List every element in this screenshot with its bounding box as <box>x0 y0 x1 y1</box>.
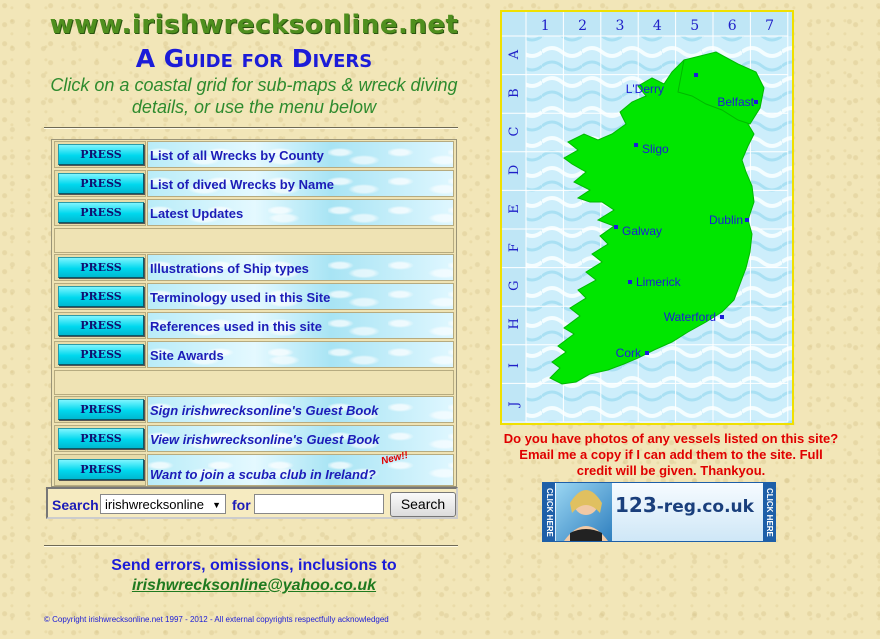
site-title: www.irishwrecksonline.net <box>49 10 459 40</box>
menu-link-view-guestbook[interactable]: View irishwrecksonline's Guest Book <box>150 432 379 447</box>
photos-notice: Do you have photos of any vessels listed… <box>503 431 839 478</box>
grid-column-label[interactable]: 1 <box>541 18 550 34</box>
press-button[interactable]: PRESS <box>58 144 144 165</box>
menu-row-dived-wrecks: PRESS List of dived Wrecks by Name <box>52 169 456 197</box>
press-button[interactable]: PRESS <box>58 257 144 278</box>
city-label: Sligo <box>642 142 669 156</box>
grid-row-label[interactable]: F <box>507 243 522 252</box>
site-select[interactable]: irishwrecksonline ▼ <box>100 494 226 514</box>
search-button[interactable]: Search <box>390 492 456 517</box>
grid-row-label[interactable]: G <box>507 281 522 291</box>
for-label: for <box>232 497 251 513</box>
city-marker <box>645 351 649 355</box>
map-canvas: 1 2 3 4 5 6 7 A B C D E F G H I J L'Derry Belfast Sligo Du… <box>502 12 792 423</box>
menu-row-sign-guestbook: PRESS Sign irishwrecksonline's Guest Boo… <box>52 395 456 423</box>
city-label: Dublin <box>709 213 743 227</box>
reg-banner-ad[interactable]: CLICK HERE 123-reg.co.uk CLICK HERE <box>542 482 776 542</box>
grid-row-label[interactable]: I <box>507 363 522 368</box>
grid-column-label[interactable]: 4 <box>653 18 662 34</box>
grid-column-label[interactable]: 3 <box>616 18 625 34</box>
main-menu: PRESS List of all Wrecks by County PRESS… <box>51 139 457 487</box>
menu-row-terminology: PRESS Terminology used in this Site <box>52 282 456 310</box>
divider-bottom <box>44 545 458 547</box>
grid-column-label[interactable]: 2 <box>578 18 587 34</box>
grid-row-label[interactable]: H <box>507 318 522 329</box>
banner-click-here-right: CLICK HERE <box>763 483 775 541</box>
menu-link-dived-wrecks[interactable]: List of dived Wrecks by Name <box>150 177 334 192</box>
grid-row-label[interactable]: B <box>507 88 522 98</box>
menu-row-references: PRESS References used in this site <box>52 311 456 339</box>
new-badge: New!! <box>380 449 410 468</box>
grid-row-label[interactable]: E <box>507 204 522 214</box>
menu-row-wrecks-by-county: PRESS List of all Wrecks by County <box>52 140 456 168</box>
city-marker <box>614 225 618 229</box>
banner-logo-text: -reg.co.uk <box>656 497 754 517</box>
city-label: Limerick <box>636 275 682 289</box>
press-button[interactable]: PRESS <box>58 399 144 420</box>
search-bar: Search irishwrecksonline ▼ for Search <box>46 487 458 519</box>
banner-logo: 123-reg.co.uk <box>615 493 754 517</box>
city-marker <box>634 143 638 147</box>
copyright-text: © Copyright irishwrecksonline.net 1997 -… <box>44 615 389 624</box>
menu-link-latest-updates[interactable]: Latest Updates <box>150 206 243 221</box>
menu-row-site-awards: PRESS Site Awards <box>52 340 456 368</box>
press-button[interactable]: PRESS <box>58 459 144 480</box>
press-button[interactable]: PRESS <box>58 315 144 336</box>
city-marker <box>745 218 749 222</box>
press-button[interactable]: PRESS <box>58 286 144 307</box>
grid-row-label[interactable]: A <box>507 49 522 60</box>
city-label: Cork <box>616 346 642 360</box>
grid-row-label[interactable]: D <box>507 165 522 175</box>
menu-link-scuba-club[interactable]: Want to join a scuba club in Ireland? <box>150 467 376 482</box>
grid-row-label[interactable]: J <box>507 401 522 408</box>
divider-top <box>44 127 458 129</box>
chevron-down-icon: ▼ <box>212 500 221 510</box>
search-input[interactable] <box>254 494 384 514</box>
menu-link-terminology[interactable]: Terminology used in this Site <box>150 290 330 305</box>
city-label: Galway <box>622 224 662 238</box>
grid-column-label[interactable]: 7 <box>765 18 774 34</box>
search-label: Search <box>52 497 99 513</box>
menu-link-references[interactable]: References used in this site <box>150 319 322 334</box>
city-label: Waterford <box>664 310 716 324</box>
menu-spacer <box>54 370 454 395</box>
menu-row-view-guestbook: PRESS View irishwrecksonline's Guest Boo… <box>52 424 456 452</box>
grid-column-label[interactable]: 5 <box>690 18 699 34</box>
menu-row-scuba-club: PRESS Want to join a scuba club in Irela… <box>52 449 456 486</box>
menu-link-ship-types[interactable]: Illustrations of Ship types <box>150 261 309 276</box>
menu-spacer <box>54 228 454 253</box>
email-link[interactable]: irishwrecksonline@yahoo.co.uk <box>44 577 464 595</box>
city-marker <box>628 280 632 284</box>
feedback-text: Send errors, omissions, inclusions to <box>111 557 397 574</box>
person-icon <box>564 490 608 541</box>
instructions-text: Click on a coastal grid for sub-maps & w… <box>50 75 458 117</box>
menu-row-latest-updates: PRESS Latest Updates <box>52 198 456 226</box>
banner-photo <box>556 483 612 541</box>
menu-link-sign-guestbook[interactable]: Sign irishwrecksonline's Guest Book <box>150 403 378 418</box>
press-button[interactable]: PRESS <box>58 173 144 194</box>
city-label: L'Derry <box>626 82 664 96</box>
row-band <box>502 12 526 423</box>
city-marker <box>694 73 698 77</box>
press-button[interactable]: PRESS <box>58 202 144 223</box>
city-marker <box>720 315 724 319</box>
banner-click-here-left: CLICK HERE <box>543 483 555 541</box>
menu-row-ship-types: PRESS Illustrations of Ship types <box>52 253 456 281</box>
menu-link-site-awards[interactable]: Site Awards <box>150 348 224 363</box>
grid-row-label[interactable]: C <box>507 127 522 137</box>
grid-column-label[interactable]: 6 <box>728 18 737 34</box>
press-button[interactable]: PRESS <box>58 428 144 449</box>
site-select-value: irishwrecksonline <box>105 497 204 512</box>
city-label: Belfast <box>717 95 754 109</box>
menu-link-wrecks-by-county[interactable]: List of all Wrecks by County <box>150 148 324 163</box>
guide-title: A Guide for Divers <box>135 44 373 73</box>
banner-logo-digits: 123 <box>615 493 657 517</box>
ireland-grid-map[interactable]: 1 2 3 4 5 6 7 A B C D E F G H I J L'Derry Belfast Sligo Du… <box>500 10 794 425</box>
press-button[interactable]: PRESS <box>58 344 144 365</box>
city-marker <box>754 100 758 104</box>
